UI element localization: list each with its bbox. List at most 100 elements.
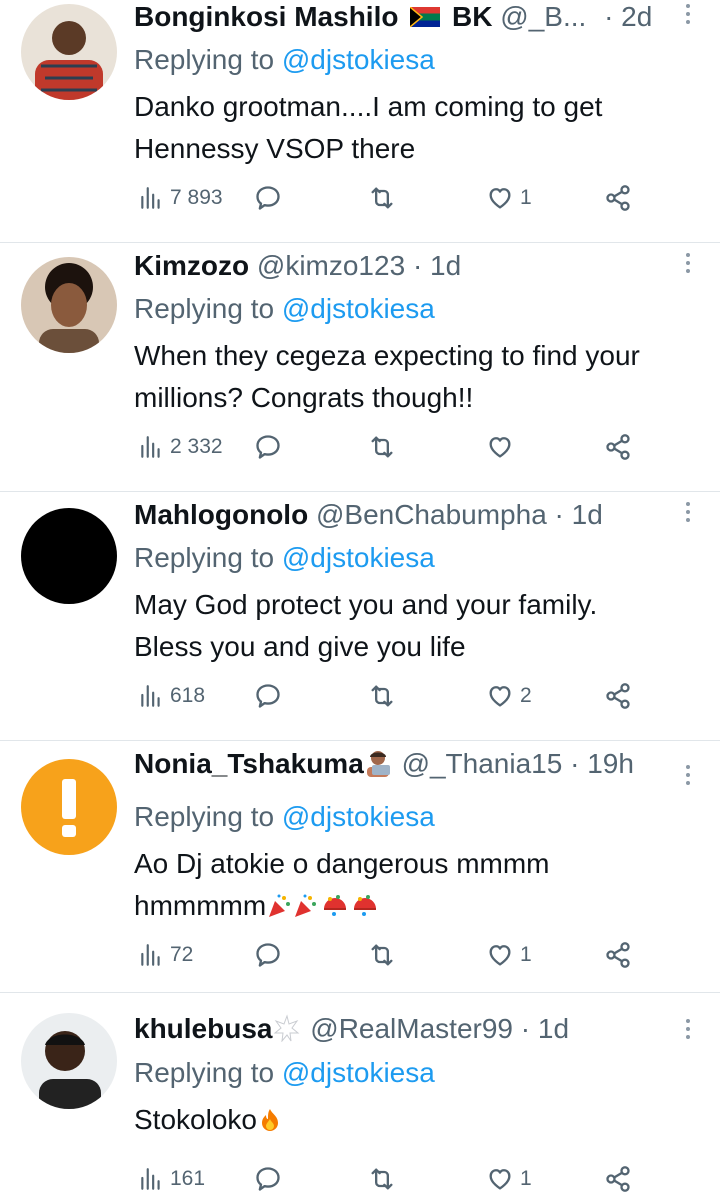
reply-button[interactable] [254,678,282,714]
reply-item[interactable]: Bonginkosi Mashilo BK @_B... · 2d Replyi… [0,0,720,243]
reply-text: May God protect you and your family. Ble… [134,589,598,662]
reply-item[interactable]: Kimzozo @kimzo123 · 1d Replying to @djst… [0,243,720,492]
reply-button[interactable] [254,937,282,973]
retweet-button[interactable] [368,937,396,973]
views-button[interactable]: 618 [138,678,205,714]
replying-prefix: Replying to [134,44,275,75]
retweet-button[interactable] [368,1161,396,1197]
reply-item[interactable]: Mahlogonolo @BenChabumpha · 1d Replying … [0,492,720,741]
retweet-button[interactable] [368,678,396,714]
reply-button[interactable] [254,1161,282,1197]
like-button[interactable]: 1 [486,180,532,216]
replying-prefix: Replying to [134,542,275,573]
mention-link[interactable]: @djstokiesa [282,542,435,573]
like-button[interactable]: 2 [486,678,532,714]
views-button[interactable]: 72 [138,937,193,973]
reply-header: Kimzozo @kimzo123 · 1d [134,248,461,284]
separator-dot: · [570,748,580,779]
comment-icon [254,184,282,212]
mention-link[interactable]: @djstokiesa [282,1057,435,1088]
separator-dot: · [604,1,614,32]
comment-icon [254,941,282,969]
user-handle[interactable]: @kimzo123 [257,250,405,281]
user-handle[interactable]: @_Thania15 [402,748,563,779]
retweet-button[interactable] [368,429,396,465]
more-options-icon[interactable] [684,502,692,526]
share-button[interactable] [604,180,632,216]
timestamp[interactable]: 1d [572,499,603,530]
avatar[interactable] [21,1013,117,1109]
display-name[interactable]: Mahlogonolo [134,499,308,530]
reply-header: Bonginkosi Mashilo BK @_B... · 2d [134,0,652,35]
technologist-emoji-icon [364,749,394,777]
action-bar: 618 2 [134,678,654,714]
reply-button[interactable] [254,429,282,465]
retweet-icon [368,682,396,710]
reply-item[interactable]: Nonia_Tshakuma @_Thania15 · 19h Replying… [0,741,720,993]
separator-dot: · [554,499,564,530]
views-icon [138,1166,164,1192]
user-handle[interactable]: @RealMaster99 [310,1013,513,1044]
retweet-icon [368,184,396,212]
more-options-icon[interactable] [684,253,692,277]
reply-item[interactable]: khulebusa @RealMaster99 · 1d Replying to… [0,993,720,1182]
separator-dot: · [412,250,423,281]
display-name[interactable]: Nonia_Tshakuma [134,748,364,779]
more-options-icon[interactable] [684,765,692,789]
reply-text: Danko grootman....I am coming to get Hen… [134,91,603,164]
share-button[interactable] [604,1161,632,1197]
views-icon [138,185,164,211]
more-options-icon[interactable] [684,4,692,28]
heart-icon [486,184,514,212]
replying-to: Replying to @djstokiesa [134,799,435,835]
timestamp[interactable]: 1d [538,1013,569,1044]
retweet-icon [368,941,396,969]
reply-text: When they cegeza expecting to find your … [134,340,640,413]
views-count: 618 [170,684,206,707]
timestamp[interactable]: 19h [587,748,634,779]
heart-icon [486,1165,514,1193]
views-icon [138,683,164,709]
reply-header: Mahlogonolo @BenChabumpha · 1d [134,497,603,533]
south-africa-flag-icon [409,0,441,28]
mention-link[interactable]: @djstokiesa [282,293,435,324]
display-name-suffix: BK [452,1,493,32]
more-options-icon[interactable] [684,1019,692,1043]
share-button[interactable] [604,937,632,973]
user-handle[interactable]: @_B... [500,1,586,32]
share-icon [604,433,632,461]
share-button[interactable] [604,429,632,465]
share-icon [604,184,632,212]
display-name[interactable]: Kimzozo [134,250,249,281]
reply-header: Nonia_Tshakuma @_Thania15 · 19h [134,746,634,782]
avatar[interactable] [21,759,117,855]
reply-button[interactable] [254,180,282,216]
views-count: 161 [170,1167,206,1190]
timestamp[interactable]: 1d [430,250,461,281]
mention-link[interactable]: @djstokiesa [282,801,435,832]
like-button[interactable]: 1 [486,1161,532,1197]
action-bar: 72 1 [134,937,654,973]
replying-prefix: Replying to [134,293,275,324]
retweet-button[interactable] [368,180,396,216]
avatar[interactable] [21,508,117,604]
share-button[interactable] [604,678,632,714]
fire-icon [257,1103,283,1131]
replying-prefix: Replying to [134,801,275,832]
avatar[interactable] [21,257,117,353]
display-name[interactable]: khulebusa [134,1013,272,1044]
like-button[interactable]: 1 [486,937,532,973]
user-handle[interactable]: @BenChabumpha [316,499,547,530]
mention-link[interactable]: @djstokiesa [282,44,435,75]
avatar[interactable] [21,4,117,100]
display-name[interactable]: Bonginkosi Mashilo [134,1,398,32]
like-button[interactable] [486,429,520,465]
reply-text: Ao Dj atokie o dangerous mmmm hmmmmm [134,843,594,927]
retweet-icon [368,1165,396,1193]
action-bar: 161 1 [134,1161,654,1197]
like-count: 1 [520,1167,532,1190]
views-button[interactable]: 7 893 [138,180,223,216]
views-button[interactable]: 2 332 [138,429,223,465]
timestamp[interactable]: 2d [621,1,652,32]
views-button[interactable]: 161 [138,1161,205,1197]
